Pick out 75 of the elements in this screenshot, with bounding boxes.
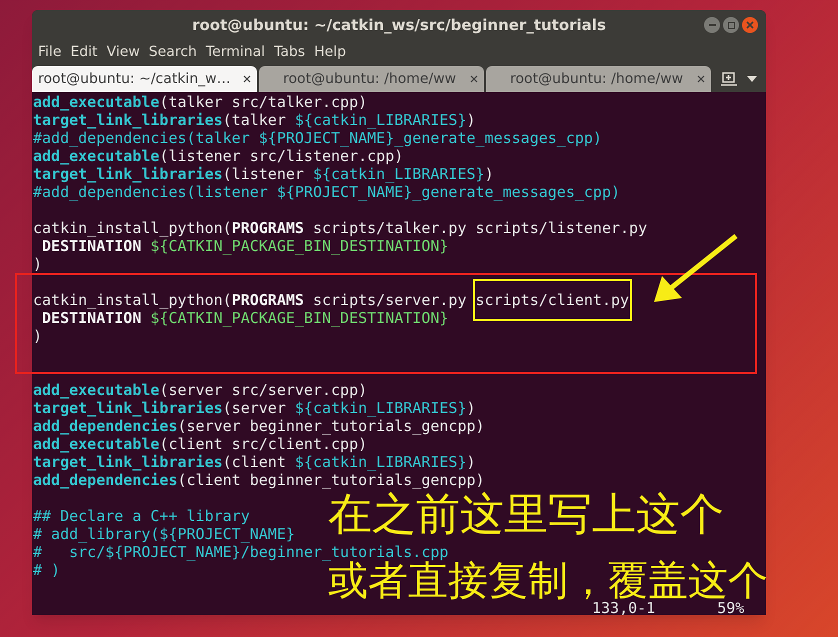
variable-text: ${catkin_LIBRARIES} — [294, 399, 466, 417]
menu-item[interactable]: Edit — [70, 42, 98, 62]
keyword-text: PROGRAMS — [232, 291, 304, 309]
code-text: scripts/server.py — [312, 291, 468, 309]
function-name: target_link_libraries — [33, 165, 223, 183]
comment-text: #add_dependencies(talker ${PROJECT_NAME}_generate_messages_cpp) — [33, 129, 602, 147]
code-text: scripts/talker.py scripts/listener.py — [312, 219, 648, 237]
function-name: target_link_libraries — [33, 111, 223, 129]
cursor-position: 133,0-1 — [592, 601, 656, 615]
window-title: root@ubuntu: ~/catkin_ws/src/beginner_tutorials — [192, 14, 606, 36]
terminal-tab[interactable]: root@ubuntu: ~/catkin_w… — [32, 66, 257, 92]
function-name: add_executable — [33, 147, 160, 165]
code-text: (server beginner_tutorials_gencpp) — [178, 417, 485, 435]
variable-text: ${CATKIN_PACKAGE_BIN_DESTINATION} — [149, 309, 448, 327]
close-icon[interactable] — [470, 75, 478, 83]
keyword-text: PROGRAMS — [232, 219, 304, 237]
function-name: target_link_libraries — [33, 453, 223, 471]
terminal-tab[interactable]: root@ubuntu: /home/ww — [259, 66, 484, 92]
comment-text: #add_dependencies(listener ${PROJECT_NAME}_generate_messages_cpp) — [33, 183, 620, 201]
comment-text: # ) — [33, 561, 60, 579]
code-text: catkin_install_python( — [33, 291, 232, 309]
close-icon[interactable] — [697, 75, 705, 83]
tab-label: root@ubuntu: /home/ww — [510, 70, 684, 88]
close-icon — [746, 21, 754, 29]
maximize-button[interactable] — [723, 17, 739, 33]
code-text: catkin_install_python( — [33, 219, 232, 237]
code-text: (client — [222, 453, 287, 471]
menu-item[interactable]: View — [106, 42, 140, 62]
comment-text: # src/${PROJECT_NAME}/beginner_tutorials.cpp — [33, 543, 448, 561]
menu-item[interactable]: Help — [314, 42, 346, 62]
keyword-text: DESTINATION — [41, 237, 142, 255]
close-button[interactable] — [742, 17, 758, 33]
variable-text: ${CATKIN_PACKAGE_BIN_DESTINATION} — [149, 237, 448, 255]
code-text: ) — [466, 111, 476, 129]
new-tab-icon[interactable] — [721, 72, 737, 86]
code-text: ) — [33, 327, 42, 345]
menu-item[interactable]: Tabs — [274, 42, 306, 62]
tab-label: root@ubuntu: /home/ww — [283, 70, 456, 88]
code-text: (talker src/talker.cpp) — [159, 93, 368, 111]
menu-item[interactable]: Terminal — [206, 42, 266, 62]
function-name: add_dependencies — [33, 417, 178, 435]
tab-label: root@ubuntu: ~/catkin_w… — [38, 70, 231, 88]
menu-item[interactable]: Search — [148, 42, 197, 62]
comment-text: # add_library(${PROJECT_NAME} — [33, 525, 295, 543]
code-text: (listener src/listener.cpp) — [159, 147, 404, 165]
scroll-percent: 59% — [717, 601, 744, 615]
minimize-button[interactable] — [704, 17, 720, 33]
function-name: target_link_libraries — [33, 399, 223, 417]
code-text: ) — [466, 453, 476, 471]
terminal-tab[interactable]: root@ubuntu: /home/ww — [486, 66, 711, 92]
comment-text: ## Declare a C++ library — [33, 507, 250, 525]
highlighted-code-text: scripts/client.py — [472, 279, 632, 321]
function-name: add_executable — [33, 381, 160, 399]
function-name: add_dependencies — [33, 471, 178, 489]
caret-icon[interactable] — [747, 76, 757, 82]
keyword-text: DESTINATION — [41, 309, 142, 327]
code-text: (talker — [222, 111, 287, 129]
code-text: (client src/client.cpp) — [159, 435, 368, 453]
annotation-caption: 在之前这里写上这个 — [328, 492, 724, 538]
annotation-caption: 或者直接复制，覆盖这个 — [328, 561, 768, 601]
code-text: (server — [222, 399, 287, 417]
close-icon[interactable] — [243, 75, 251, 83]
function-name: add_executable — [33, 93, 160, 111]
variable-text: ${catkin_LIBRARIES} — [312, 165, 485, 183]
code-text: (listener — [222, 165, 305, 183]
code-text: ) — [466, 399, 476, 417]
variable-text: ${catkin_LIBRARIES} — [294, 453, 466, 471]
variable-text: ${catkin_LIBRARIES} — [294, 111, 466, 129]
code-text: (client beginner_tutorials_gencpp) — [178, 471, 485, 489]
arrow-icon — [652, 232, 740, 304]
code-text: (server src/server.cpp) — [159, 381, 368, 399]
function-name: add_executable — [33, 435, 160, 453]
code-text: ) — [484, 165, 494, 183]
menu-item[interactable]: File — [38, 42, 62, 62]
code-text: ) — [33, 255, 42, 273]
